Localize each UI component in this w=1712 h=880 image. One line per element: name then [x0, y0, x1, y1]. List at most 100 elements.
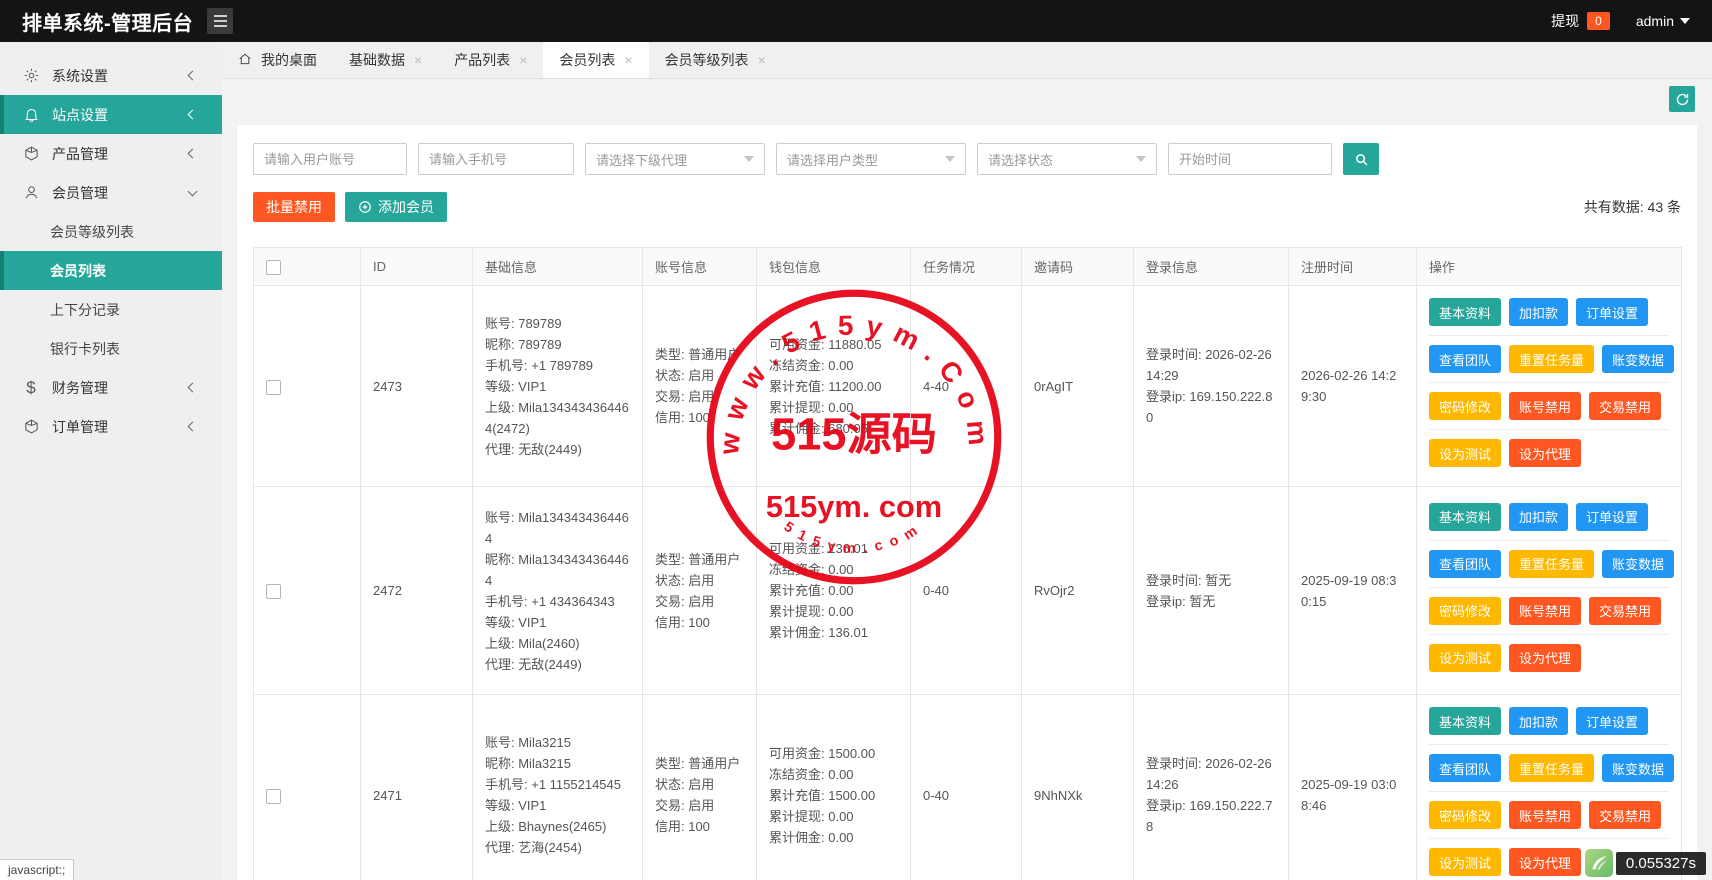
status-select[interactable]: 请选择状态	[977, 143, 1157, 175]
operations-cell: 基本资料加扣款订单设置查看团队重置任务量账变数据密码修改账号禁用交易禁用设为测试…	[1417, 487, 1682, 695]
sidebar-subitem-label: 会员等级列表	[50, 222, 134, 242]
withdraw-link[interactable]: 提现 0	[1551, 11, 1610, 31]
select-placeholder: 请选择状态	[988, 150, 1053, 169]
task-status-cell: 4-40	[911, 286, 1022, 487]
row-checkbox[interactable]	[266, 380, 281, 395]
hamburger-menu-icon[interactable]	[207, 8, 233, 34]
op-button-change-password[interactable]: 密码修改	[1429, 801, 1501, 829]
sidebar-item-product-management[interactable]: 产品管理	[0, 134, 222, 173]
op-button-disable-account[interactable]: 账号禁用	[1509, 801, 1581, 829]
account-input[interactable]	[253, 143, 407, 175]
op-button-reset-tasks[interactable]: 重置任务量	[1509, 754, 1594, 782]
chevron-left-icon	[188, 422, 198, 432]
user-icon	[22, 184, 40, 202]
account-info-cell: 类型: 普通用户状态: 启用交易: 启用信用: 100	[643, 695, 757, 880]
member-list-panel: 请选择下级代理 请选择用户类型 请选择状态 批量禁用 添加会员 共	[237, 125, 1697, 880]
op-button-set-agent[interactable]: 设为代理	[1509, 848, 1581, 876]
op-button-view-team[interactable]: 查看团队	[1429, 754, 1501, 782]
op-button-reset-tasks[interactable]: 重置任务量	[1509, 550, 1594, 578]
table-row: 2471账号: Mila3215昵称: Mila3215手机号: +1 1155…	[254, 695, 1682, 880]
tab-label: 我的桌面	[261, 50, 317, 70]
op-button-set-agent[interactable]: 设为代理	[1509, 439, 1581, 467]
op-button-change-password[interactable]: 密码修改	[1429, 392, 1501, 420]
op-button-disable-account[interactable]: 账号禁用	[1509, 597, 1581, 625]
close-icon[interactable]: ×	[758, 53, 766, 67]
op-button-view-team[interactable]: 查看团队	[1429, 345, 1501, 373]
tab-member-list[interactable]: 会员列表 ×	[543, 42, 648, 78]
col-header-invite-code: 邀请码	[1022, 248, 1134, 286]
operations-cell: 基本资料加扣款订单设置查看团队重置任务量账变数据密码修改账号禁用交易禁用设为测试…	[1417, 286, 1682, 487]
op-button-balance-records[interactable]: 账变数据	[1602, 345, 1674, 373]
sidebar-item-order-management[interactable]: 订单管理	[0, 407, 222, 446]
refresh-button[interactable]	[1669, 86, 1695, 112]
op-button-adjust-funds[interactable]: 加扣款	[1509, 707, 1568, 735]
op-button-disable-trade[interactable]: 交易禁用	[1589, 597, 1661, 625]
sidebar-item-label: 产品管理	[52, 144, 108, 164]
close-icon[interactable]: ×	[414, 53, 422, 67]
op-button-order-settings[interactable]: 订单设置	[1576, 298, 1648, 326]
wallet-info-cell: 可用资金: 11880.05冻结资金: 0.00累计充值: 11200.00累计…	[757, 286, 911, 487]
sidebar-subitem-label: 会员列表	[50, 261, 106, 281]
row-select-cell	[254, 487, 361, 695]
chevron-down-icon	[1680, 18, 1690, 24]
account-info-cell: 类型: 普通用户状态: 启用交易: 启用信用: 100	[643, 286, 757, 487]
op-button-reset-tasks[interactable]: 重置任务量	[1509, 345, 1594, 373]
op-button-disable-trade[interactable]: 交易禁用	[1589, 801, 1661, 829]
op-button-disable-trade[interactable]: 交易禁用	[1589, 392, 1661, 420]
chevron-down-icon	[744, 156, 754, 162]
user-type-select[interactable]: 请选择用户类型	[776, 143, 966, 175]
op-button-order-settings[interactable]: 订单设置	[1576, 503, 1648, 531]
task-status-cell: 0-40	[911, 695, 1022, 880]
register-time-cell: 2025-09-19 03:08:46	[1289, 695, 1417, 880]
col-header-basic-info: 基础信息	[473, 248, 643, 286]
sidebar-item-finance-management[interactable]: $ 财务管理	[0, 368, 222, 407]
login-info-cell: 登录时间: 2026-02-26 14:26登录ip: 169.150.222.…	[1134, 695, 1289, 880]
chevron-left-icon	[188, 383, 198, 393]
tab-my-desktop[interactable]: 我的桌面	[222, 42, 333, 78]
sidebar-item-site-settings[interactable]: 站点设置	[0, 95, 222, 134]
op-button-balance-records[interactable]: 账变数据	[1602, 754, 1674, 782]
op-button-basic-info[interactable]: 基本资料	[1429, 503, 1501, 531]
user-menu[interactable]: admin	[1636, 13, 1690, 29]
thinkphp-logo-icon	[1585, 849, 1613, 877]
op-button-view-team[interactable]: 查看团队	[1429, 550, 1501, 578]
op-button-balance-records[interactable]: 账变数据	[1602, 550, 1674, 578]
op-button-order-settings[interactable]: 订单设置	[1576, 707, 1648, 735]
tab-basic-data[interactable]: 基础数据 ×	[333, 42, 438, 78]
chevron-left-icon	[188, 149, 198, 159]
op-button-set-agent[interactable]: 设为代理	[1509, 644, 1581, 672]
agent-select[interactable]: 请选择下级代理	[585, 143, 765, 175]
sidebar-item-member-level-list[interactable]: 会员等级列表	[0, 212, 222, 251]
sidebar-item-label: 会员管理	[52, 183, 108, 203]
op-button-basic-info[interactable]: 基本资料	[1429, 298, 1501, 326]
op-button-basic-info[interactable]: 基本资料	[1429, 707, 1501, 735]
row-checkbox[interactable]	[266, 584, 281, 599]
sidebar-item-member-management[interactable]: 会员管理	[0, 173, 222, 212]
op-button-adjust-funds[interactable]: 加扣款	[1509, 503, 1568, 531]
sidebar-item-system-settings[interactable]: 系统设置	[0, 56, 222, 95]
sidebar-item-member-list[interactable]: 会员列表	[0, 251, 222, 290]
select-all-checkbox[interactable]	[266, 260, 281, 275]
tab-member-level-list[interactable]: 会员等级列表 ×	[649, 42, 782, 78]
add-member-button[interactable]: 添加会员	[345, 192, 447, 222]
tab-product-list[interactable]: 产品列表 ×	[438, 42, 543, 78]
row-id-cell: 2472	[361, 487, 473, 695]
op-button-set-test[interactable]: 设为测试	[1429, 848, 1501, 876]
op-button-disable-account[interactable]: 账号禁用	[1509, 392, 1581, 420]
withdraw-label: 提现	[1551, 11, 1579, 31]
sidebar-item-points-record[interactable]: 上下分记录	[0, 290, 222, 329]
op-button-set-test[interactable]: 设为测试	[1429, 644, 1501, 672]
op-button-adjust-funds[interactable]: 加扣款	[1509, 298, 1568, 326]
op-button-set-test[interactable]: 设为测试	[1429, 439, 1501, 467]
close-icon[interactable]: ×	[624, 53, 632, 67]
close-icon[interactable]: ×	[519, 53, 527, 67]
start-time-input[interactable]	[1168, 143, 1332, 175]
search-button[interactable]	[1343, 143, 1379, 175]
login-info-cell: 登录时间: 暂无登录ip: 暂无	[1134, 487, 1289, 695]
tab-label: 产品列表	[454, 50, 510, 70]
row-checkbox[interactable]	[266, 789, 281, 804]
phone-input[interactable]	[418, 143, 574, 175]
batch-disable-button[interactable]: 批量禁用	[253, 192, 335, 222]
op-button-change-password[interactable]: 密码修改	[1429, 597, 1501, 625]
sidebar-item-bank-card-list[interactable]: 银行卡列表	[0, 329, 222, 368]
